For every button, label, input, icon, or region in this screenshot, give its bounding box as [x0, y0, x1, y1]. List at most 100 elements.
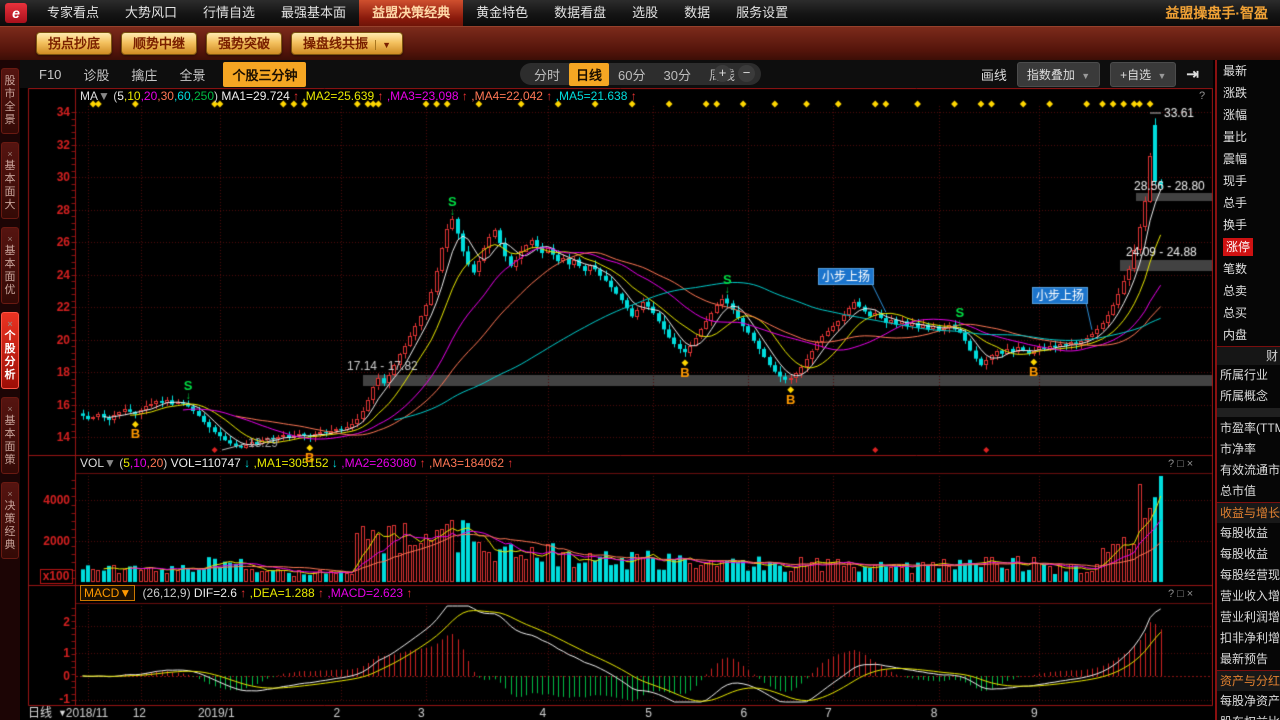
strategy-split-button[interactable]: 操盘线共振▼	[291, 32, 403, 55]
tab-label-char: 个	[2, 330, 18, 343]
close-icon[interactable]: ×	[2, 404, 18, 414]
close-icon[interactable]: ×	[1187, 458, 1196, 470]
menu-item-2[interactable]: 行情自选	[190, 0, 268, 26]
menu-item-6[interactable]: 数据看盘	[541, 0, 619, 26]
help-icon[interactable]: ?	[1168, 458, 1177, 470]
close-icon[interactable]: ×	[2, 149, 18, 159]
close-icon[interactable]: ×	[1187, 588, 1196, 600]
fund-field-13[interactable]: 营业利润增长	[1217, 607, 1280, 628]
fund-field-5[interactable]: 市净率	[1217, 439, 1280, 460]
view-tab-0[interactable]: F10	[28, 67, 72, 82]
quote-field-9[interactable]: 笔数	[1217, 258, 1280, 280]
quote-field-12[interactable]: 内盘	[1217, 324, 1280, 346]
indicator-segment: ,MA2=25.639	[299, 89, 374, 103]
indicator-segment: ,MACD=2.623	[324, 586, 403, 600]
chart-canvas[interactable]	[20, 88, 1213, 720]
strategy-button-0[interactable]: 拐点抄底	[36, 32, 112, 55]
indicator-segment: DIF=2.6	[194, 586, 237, 600]
sidebar-tab-3[interactable]: ×个股分析	[1, 312, 19, 389]
period-tab-0[interactable]: 分时	[525, 65, 569, 84]
add-watchlist-dropdown[interactable]: +自选 ▼	[1110, 62, 1176, 87]
fund-field-6[interactable]: 有效流通市值	[1217, 460, 1280, 481]
macd-pane-icons[interactable]: ?□×	[1168, 588, 1196, 600]
view-tab-2[interactable]: 擒庄	[120, 65, 168, 84]
zoom-out-button[interactable]: −	[738, 65, 755, 82]
index-overlay-dropdown[interactable]: 指数叠加 ▼	[1017, 62, 1100, 87]
collapse-panel-icon[interactable]: ⇥	[1186, 65, 1199, 83]
volume-pane-icons[interactable]: ?□×	[1168, 458, 1196, 470]
fund-field-18[interactable]: 股东权益比	[1217, 712, 1280, 720]
menu-item-4[interactable]: 益盟决策经典	[359, 0, 463, 26]
help-icon[interactable]: ?	[1199, 90, 1208, 102]
tab-label-char: 本	[2, 173, 18, 186]
fund-field-2[interactable]: 所属概念	[1217, 386, 1280, 407]
maximize-icon[interactable]: □	[1177, 458, 1187, 470]
menu-item-1[interactable]: 大势风口	[112, 0, 190, 26]
sidebar-tab-1[interactable]: ×基本面大	[1, 142, 19, 219]
ma-indicator-header[interactable]: MA▼ (5,10,20,30,60,250) MA1=29.724 ↑ ,MA…	[80, 89, 637, 103]
macd-indicator-header[interactable]: MACD▼ (26,12,9) DIF=2.6 ↑ ,DEA=1.288 ↑ ,…	[80, 586, 412, 600]
sidebar-tab-4[interactable]: ×基本面策	[1, 397, 19, 474]
volume-indicator-header[interactable]: VOL▼ (5,10,20) VOL=110747 ↓ ,MA1=305152 …	[80, 456, 513, 470]
fund-field-7[interactable]: 总市值	[1217, 481, 1280, 502]
menu-item-9[interactable]: 服务设置	[723, 0, 801, 26]
maximize-icon[interactable]: □	[1177, 588, 1187, 600]
fund-field-11[interactable]: 每股经营现金	[1217, 565, 1280, 586]
fund-field-15[interactable]: 最新预告	[1217, 649, 1280, 670]
indicator-segment: ↑	[374, 89, 383, 103]
view-tab-3[interactable]: 全景	[168, 65, 216, 84]
quote-field-8[interactable]: 涨停	[1217, 236, 1280, 258]
view-toolbar-right: 画线 指数叠加 ▼ +自选 ▼ ⇥	[981, 60, 1199, 88]
close-icon[interactable]: ×	[2, 234, 18, 244]
app-logo-icon[interactable]: e	[5, 3, 27, 23]
quote-field-5[interactable]: 现手	[1217, 170, 1280, 192]
period-tab-1[interactable]: 日线	[569, 63, 609, 86]
quote-field-6[interactable]: 总手	[1217, 192, 1280, 214]
quote-field-2[interactable]: 涨幅	[1217, 104, 1280, 126]
panel-gap	[1217, 408, 1280, 417]
strategy-button-1[interactable]: 顺势中继	[121, 32, 197, 55]
fund-field-4[interactable]: 市盈率(TTM)	[1217, 418, 1280, 439]
fund-field-14[interactable]: 扣非净利增	[1217, 628, 1280, 649]
zoom-in-button[interactable]: +	[714, 65, 731, 82]
tab-label-char: 景	[2, 114, 18, 127]
quote-field-4[interactable]: 震幅	[1217, 148, 1280, 170]
fund-field-17[interactable]: 每股净资产	[1217, 691, 1280, 712]
fund-field-9[interactable]: 每股收益	[1217, 523, 1280, 544]
menu-item-5[interactable]: 黄金特色	[463, 0, 541, 26]
sidebar-tab-0[interactable]: 股市全景	[1, 68, 19, 134]
indicator-segment: ▼	[98, 89, 113, 103]
menu-item-8[interactable]: 数据	[671, 0, 723, 26]
indicator-name-box[interactable]: MACD▼	[80, 585, 135, 601]
fund-field-12[interactable]: 营业收入增长	[1217, 586, 1280, 607]
fund-field-10[interactable]: 每股收益	[1217, 544, 1280, 565]
view-tab-1[interactable]: 诊股	[72, 65, 120, 84]
strategy-button-2[interactable]: 强势突破	[206, 32, 282, 55]
chevron-down-icon[interactable]: ▼	[375, 40, 391, 50]
fund-field-1[interactable]: 所属行业	[1217, 365, 1280, 386]
menu-item-7[interactable]: 选股	[619, 0, 671, 26]
tab-label-char: 策	[2, 513, 18, 526]
quote-field-0[interactable]: 最新	[1217, 60, 1280, 82]
sidebar-tab-5[interactable]: ×决策经典	[1, 482, 19, 559]
indicator-segment: ↑	[237, 586, 246, 600]
period-tab-3[interactable]: 30分	[655, 65, 700, 84]
close-icon[interactable]: ×	[2, 489, 18, 499]
quote-field-3[interactable]: 量比	[1217, 126, 1280, 148]
draw-line-button[interactable]: 画线	[981, 65, 1007, 84]
menu-item-0[interactable]: 专家看点	[34, 0, 112, 26]
menu-item-3[interactable]: 最强基本面	[268, 0, 359, 26]
quote-field-10[interactable]: 总卖	[1217, 280, 1280, 302]
help-icon[interactable]: ?	[1168, 588, 1177, 600]
indicator-segment: ,MA1=305152	[250, 456, 328, 470]
quote-field-7[interactable]: 换手	[1217, 214, 1280, 236]
close-icon[interactable]: ×	[2, 319, 18, 329]
section-header: 收益与增长	[1217, 502, 1280, 523]
indicator-segment: ,20	[147, 456, 164, 470]
indicator-segment: VOL=110747	[171, 456, 241, 470]
period-tab-2[interactable]: 60分	[609, 65, 654, 84]
quote-field-1[interactable]: 涨跌	[1217, 82, 1280, 104]
view-tab-4[interactable]: 个股三分钟	[223, 62, 306, 87]
quote-field-11[interactable]: 总买	[1217, 302, 1280, 324]
sidebar-tab-2[interactable]: ×基本面优	[1, 227, 19, 304]
